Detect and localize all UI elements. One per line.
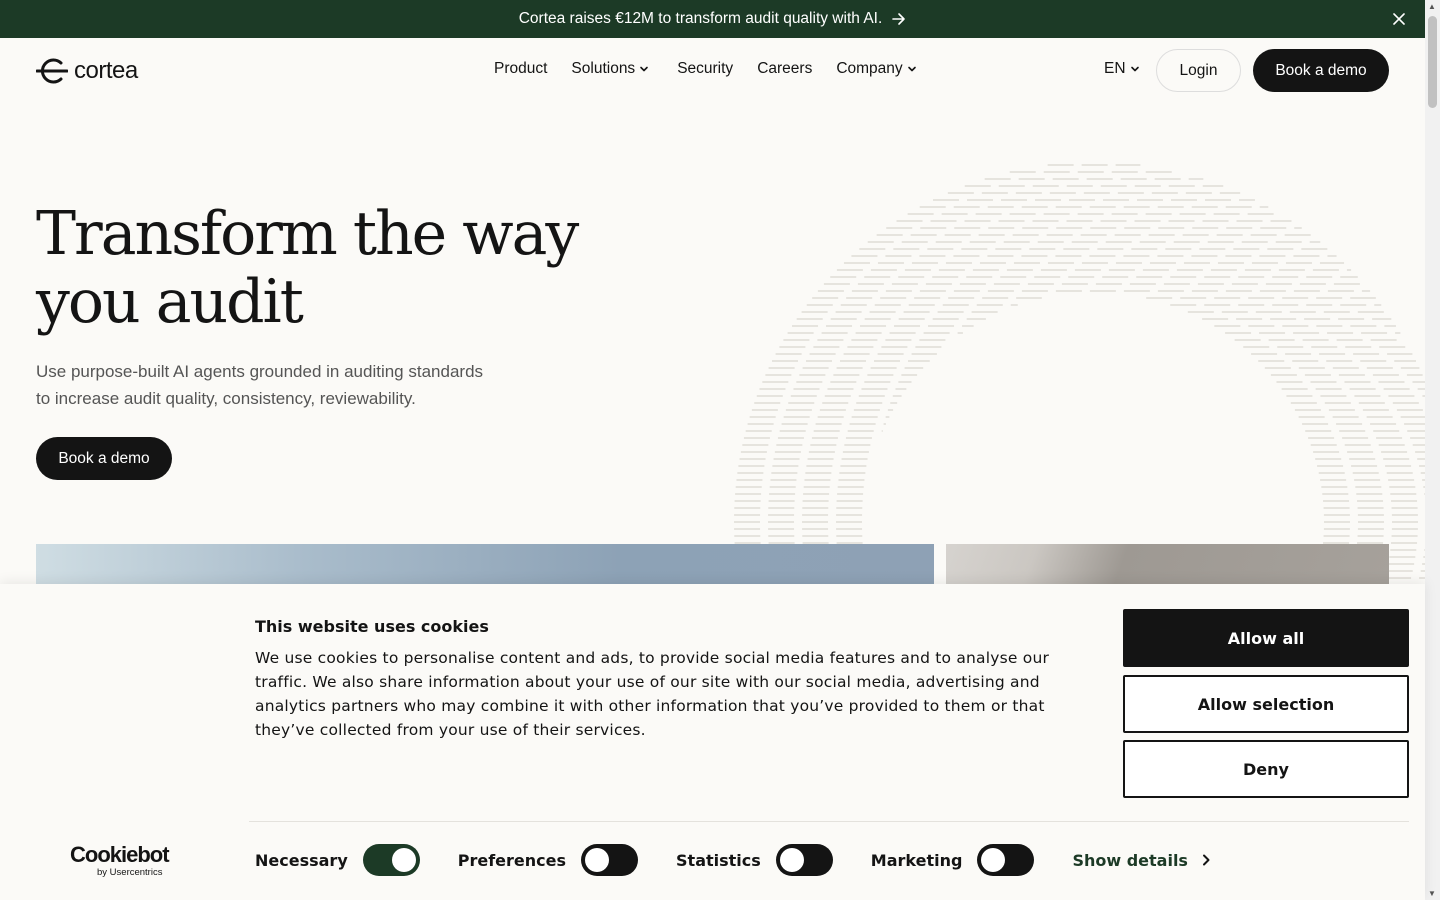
nav-label: Careers: [757, 60, 813, 77]
arrow-right-icon[interactable]: [892, 12, 906, 26]
hero-title-line1: Transform the way: [36, 199, 579, 269]
hero-title-line2: you audit: [36, 267, 304, 337]
site-header: cortea Product Solutions Security Career…: [0, 38, 1425, 102]
cookiebot-logo[interactable]: Cookiebot by Usercentrics: [70, 842, 180, 879]
login-button[interactable]: Login: [1156, 49, 1241, 92]
decorative-arch-graphic: [734, 164, 1425, 579]
chevron-down-icon: [639, 64, 649, 74]
toggle-knob: [779, 848, 804, 872]
cookie-title: This website uses cookies: [255, 617, 489, 636]
hero-image-left: [36, 544, 934, 584]
language-label: EN: [1104, 60, 1126, 77]
cortea-logo-icon: [36, 58, 68, 84]
show-details-label: Show details: [1072, 850, 1188, 870]
toggle-knob: [391, 848, 416, 872]
consent-toggles: Necessary Preferences Statistics Marketi…: [255, 844, 1210, 876]
toggle-marketing[interactable]: [977, 844, 1035, 876]
toggle-marketing-group: Marketing: [871, 844, 1035, 876]
nav-item-security[interactable]: Security: [677, 60, 733, 78]
main-nav: Product Solutions Security Careers Compa…: [494, 60, 917, 78]
nav-item-product[interactable]: Product: [494, 60, 547, 78]
language-selector[interactable]: EN: [1104, 60, 1140, 78]
toggle-statistics-label: Statistics: [676, 850, 761, 870]
chevron-right-icon: [1202, 854, 1210, 866]
nav-item-company[interactable]: Company: [836, 60, 916, 78]
hero-image-right: [946, 544, 1389, 584]
nav-label: Solutions: [571, 60, 636, 77]
toggle-statistics[interactable]: [775, 844, 833, 876]
logo-text: cortea: [74, 57, 138, 84]
cookie-divider: [249, 821, 1409, 822]
toggle-preferences-label: Preferences: [457, 850, 567, 870]
show-details-link[interactable]: Show details: [1072, 851, 1210, 870]
deny-button[interactable]: Deny: [1123, 740, 1409, 798]
hero-subtitle-line1: Use purpose-built AI agents grounded in …: [36, 362, 484, 381]
hero-book-demo-button[interactable]: Book a demo: [36, 437, 172, 480]
announcement-text[interactable]: Cortea raises €12M to transform audit qu…: [519, 10, 883, 28]
hero-title: Transform the way you audit: [36, 199, 579, 337]
close-icon[interactable]: [1391, 11, 1407, 27]
nav-item-solutions[interactable]: Solutions: [571, 60, 649, 78]
cortea-logo[interactable]: cortea: [36, 57, 138, 85]
chevron-down-icon: [1130, 64, 1140, 74]
page-scrollbar[interactable]: ▲ ▼: [1425, 0, 1440, 900]
nav-label: Security: [677, 60, 734, 77]
cookie-banner: This website uses cookies We use cookies…: [0, 584, 1425, 900]
announcement-bar[interactable]: Cortea raises €12M to transform audit qu…: [0, 0, 1425, 38]
toggle-knob: [585, 848, 610, 872]
hero-subtitle-line2: to increase audit quality, consistency, …: [36, 389, 416, 408]
toggle-preferences[interactable]: [581, 844, 639, 876]
cookiebot-logo-text: Cookiebot: [70, 842, 170, 867]
allow-selection-button[interactable]: Allow selection: [1123, 675, 1409, 733]
cookiebot-logo-subtext: by Usercentrics: [97, 867, 163, 878]
toggle-statistics-group: Statistics: [676, 844, 833, 876]
chevron-down-icon: [907, 64, 917, 74]
toggle-knob: [981, 848, 1006, 872]
toggle-necessary-group: Necessary: [255, 844, 420, 876]
nav-label: Company: [836, 60, 903, 77]
scrollbar-thumb[interactable]: [1428, 16, 1437, 108]
toggle-marketing-label: Marketing: [870, 850, 963, 870]
scroll-down-icon[interactable]: ▼: [1428, 889, 1436, 898]
nav-label: Product: [494, 60, 548, 77]
toggle-preferences-group: Preferences: [457, 844, 639, 876]
nav-item-careers[interactable]: Careers: [757, 60, 812, 78]
allow-all-button[interactable]: Allow all: [1123, 609, 1409, 667]
toggle-necessary-label: Necessary: [255, 850, 348, 870]
cookie-body: We use cookies to personalise content an…: [255, 649, 1050, 739]
book-demo-button[interactable]: Book a demo: [1253, 49, 1389, 92]
hero-subtitle: Use purpose-built AI agents grounded in …: [36, 358, 536, 412]
toggle-necessary[interactable]: [362, 844, 420, 876]
scroll-up-icon[interactable]: ▲: [1428, 2, 1436, 11]
